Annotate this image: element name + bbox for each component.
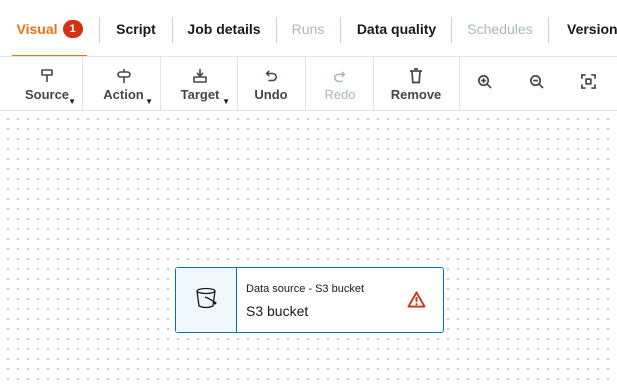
tab-divider (340, 17, 341, 43)
tab-divider (99, 17, 100, 43)
redo-button[interactable]: Redo (313, 57, 367, 111)
action-node-icon (116, 66, 132, 84)
bucket-icon (194, 286, 218, 315)
zoom-in-icon (477, 74, 492, 94)
node-icon-container (176, 268, 237, 332)
tab-runs[interactable]: Runs (284, 0, 332, 56)
tab-version-control-label: Version C (567, 20, 617, 37)
warning-icon (407, 291, 426, 313)
tab-schedules[interactable]: Schedules (459, 0, 541, 56)
tab-divider (451, 17, 452, 43)
fit-to-screen-button[interactable] (574, 57, 602, 111)
tab-visual-label: Visual (16, 20, 58, 37)
tab-divider (172, 17, 173, 43)
toolbar-divider (160, 57, 161, 111)
toolbar-divider (373, 57, 374, 111)
action-button-label: Action (103, 87, 144, 102)
tab-version-control[interactable]: Version C (556, 0, 617, 56)
tab-bar: Visual 1 Script Job details Runs Data qu… (0, 0, 617, 57)
tab-script[interactable]: Script (107, 0, 165, 56)
caret-down-icon: ▼ (222, 97, 230, 106)
undo-button[interactable]: Undo (244, 57, 298, 111)
source-button[interactable]: Source ▼ (14, 57, 80, 111)
caret-down-icon: ▼ (145, 97, 153, 106)
visual-editor-canvas[interactable]: Data source - S3 bucket S3 bucket (0, 111, 617, 388)
target-button-label: Target (180, 87, 220, 102)
zoom-in-button[interactable] (470, 57, 498, 111)
tab-runs-label: Runs (291, 20, 325, 37)
s3-source-node[interactable]: Data source - S3 bucket S3 bucket (175, 267, 444, 333)
tab-schedules-label: Schedules (467, 20, 533, 37)
toolbar-divider (82, 57, 83, 111)
tab-script-label: Script (116, 20, 156, 37)
tab-divider (276, 17, 277, 43)
tab-job-details[interactable]: Job details (180, 0, 268, 56)
tab-visual[interactable]: Visual 1 (12, 0, 87, 56)
tab-visual-badge: 1 (62, 19, 83, 38)
target-button[interactable]: Target ▼ (166, 57, 234, 111)
trash-icon (409, 66, 423, 84)
undo-icon (264, 66, 278, 84)
toolbar-divider (305, 57, 306, 111)
remove-button-label: Remove (390, 87, 442, 102)
toolbar-divider (459, 57, 460, 111)
undo-button-label: Undo (254, 87, 288, 102)
source-button-label: Source (24, 87, 70, 102)
tab-data-quality[interactable]: Data quality (348, 0, 445, 56)
source-node-icon (39, 66, 55, 84)
redo-icon (333, 66, 347, 84)
tab-job-details-label: Job details (187, 20, 261, 37)
action-button[interactable]: Action ▼ (90, 57, 157, 111)
target-node-icon (192, 66, 208, 84)
zoom-out-button[interactable] (522, 57, 550, 111)
redo-button-label: Redo (324, 87, 356, 102)
remove-button[interactable]: Remove (383, 57, 449, 111)
fit-to-screen-icon (580, 74, 596, 94)
tab-divider (548, 17, 549, 43)
caret-down-icon: ▼ (68, 97, 76, 106)
toolbar: Source ▼ Action ▼ Target ▼ Undo Redo Rem… (0, 57, 617, 111)
zoom-out-icon (529, 74, 544, 94)
tab-data-quality-label: Data quality (356, 20, 437, 37)
toolbar-divider (237, 57, 238, 111)
